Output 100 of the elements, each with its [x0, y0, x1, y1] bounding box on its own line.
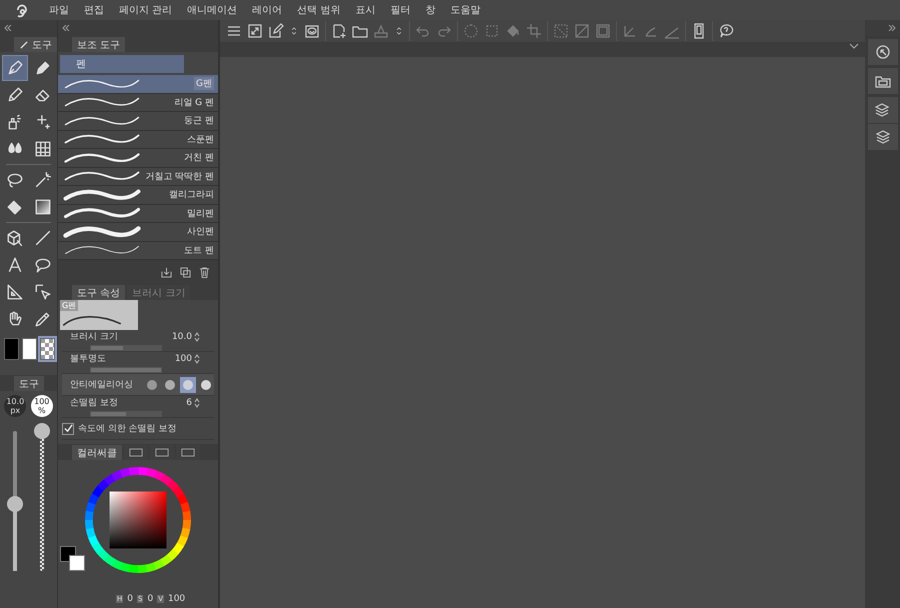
triangle-ruler-icon: [6, 283, 24, 301]
property-label: 안티에일리어싱: [69, 379, 133, 391]
antialias-option[interactable]: [180, 376, 196, 392]
collapse-icon[interactable]: [4, 25, 12, 31]
brush-preview: G펜: [60, 300, 138, 330]
menu-item[interactable]: 선택 범위: [297, 3, 340, 17]
sub-tool-item[interactable]: 리얼 G 펜: [58, 94, 218, 112]
transparent-swatch[interactable]: [40, 338, 55, 360]
panel-tab[interactable]: 도구: [14, 376, 44, 391]
channel-value: 0: [127, 594, 133, 604]
angle-icon: [622, 23, 638, 39]
property-label: 손떨림 보정: [70, 397, 118, 409]
sub-tool-item[interactable]: 둥근 펜: [58, 112, 218, 130]
tray-icon: [373, 23, 389, 39]
brush-stroke-icon: [62, 224, 142, 240]
lasso-icon: [6, 171, 24, 189]
sub-tool-group[interactable]: 펜: [60, 54, 184, 72]
panel-tab[interactable]: 보조 도구: [72, 37, 126, 52]
slider-thumb[interactable]: [7, 496, 24, 512]
stacked-layers-icon: [875, 102, 891, 118]
spiral-icon: [304, 23, 320, 39]
gradient-square-icon: [34, 198, 52, 216]
document-plus-icon: [331, 23, 347, 39]
chevron-down-icon[interactable]: [849, 43, 859, 49]
pencil-icon: [6, 86, 24, 104]
layers-icon: [875, 129, 891, 145]
dotted-square-icon: [484, 23, 500, 39]
material-button[interactable]: [868, 68, 898, 94]
menu-item[interactable]: 레이어: [252, 3, 282, 17]
magnifier-icon: [875, 44, 891, 60]
slider-thumb[interactable]: [34, 423, 50, 439]
tool-button[interactable]: [2, 55, 28, 81]
expand-icon[interactable]: [888, 25, 896, 31]
property-slider[interactable]: [90, 345, 162, 351]
app-logo-icon[interactable]: [14, 2, 30, 18]
menu-item[interactable]: 파일: [49, 3, 69, 17]
toolbar-button[interactable]: [304, 23, 320, 39]
property-value[interactable]: 100: [174, 354, 192, 364]
airbrush-icon: [6, 113, 24, 131]
panel-tab[interactable]: 도구: [14, 37, 57, 52]
menu-item[interactable]: 필터: [390, 3, 410, 17]
menu-item[interactable]: 편집: [84, 3, 104, 17]
layer-button[interactable]: [868, 124, 898, 150]
checkbox[interactable]: [62, 422, 74, 434]
sub-color-swatch[interactable]: [22, 338, 37, 360]
resize-icon: [247, 23, 263, 39]
property-label: 불투명도: [70, 353, 106, 365]
sub-tool-item[interactable]: 거칠고 딱딱한 펜: [58, 168, 218, 186]
menu-item[interactable]: 도움말: [450, 3, 480, 17]
sub-tool-item[interactable]: 스푼펜: [58, 130, 218, 149]
sub-tool-item[interactable]: 도트 펜: [58, 242, 218, 260]
menu-item[interactable]: 애니메이션: [187, 3, 238, 17]
sub-tool-item[interactable]: 밀리펜: [58, 204, 218, 223]
property-slider[interactable]: [90, 411, 162, 417]
menu-item[interactable]: 페이지 관리: [119, 3, 172, 17]
channel-value: 0: [147, 594, 154, 604]
help-icon: [718, 23, 734, 39]
checkmark-icon: [64, 424, 72, 433]
chevron-updown-icon[interactable]: [194, 332, 200, 342]
chevron-updown-icon[interactable]: [194, 398, 200, 408]
copy-icon[interactable]: [180, 266, 191, 278]
magic-wand-icon: [34, 171, 52, 189]
toolbar-button[interactable]: [718, 23, 734, 39]
brush-stroke-icon: [62, 186, 142, 203]
sub-tool-item[interactable]: 캘리그라피: [58, 186, 218, 204]
navigator-button[interactable]: [868, 39, 898, 65]
toolbar-button[interactable]: [268, 23, 284, 39]
menu-item[interactable]: 창: [425, 3, 436, 17]
grid-icon: [34, 140, 52, 158]
download-icon[interactable]: [161, 266, 172, 278]
marker-icon: [34, 59, 52, 77]
paint-bucket-icon: [6, 198, 24, 216]
trash-icon[interactable]: [199, 266, 210, 278]
brush-size-indicator: 10.0 px: [4, 395, 26, 417]
speech-balloon-icon: [34, 256, 52, 274]
checkbox-label: 속도에 의한 손떨림 보정: [78, 423, 177, 435]
color-wheel[interactable]: [84, 466, 192, 574]
property-value[interactable]: 6: [186, 398, 192, 408]
paint-bucket-icon: [505, 23, 521, 39]
panel-tab[interactable]: 도구 속성: [72, 285, 126, 300]
property-label: 브러시 크기: [70, 331, 118, 343]
sub-tool-item[interactable]: 거친 펜: [58, 149, 218, 168]
toolbar-button[interactable]: [331, 23, 347, 39]
main-color-swatch[interactable]: [4, 338, 19, 360]
property-value[interactable]: 10.0: [172, 332, 192, 342]
layer-property-button[interactable]: [868, 97, 898, 123]
channel-value: 100: [168, 594, 186, 604]
eyedropper-icon: [34, 310, 52, 328]
arrow-cursor-icon: [34, 283, 52, 301]
collapse-icon[interactable]: [62, 25, 70, 31]
toolbar-button[interactable]: [247, 23, 263, 39]
opacity-indicator: 100 %: [30, 395, 53, 417]
line-icon: [34, 229, 52, 247]
chevron-updown-icon[interactable]: [194, 354, 200, 364]
cube-icon: [6, 229, 24, 247]
crop-icon: [526, 23, 542, 39]
color-pair-drawing[interactable]: [60, 546, 86, 572]
panel-tab[interactable]: 컬러써클: [72, 445, 122, 460]
menu-item[interactable]: 표시: [355, 3, 376, 17]
sub-tool-item[interactable]: 사인펜: [58, 223, 218, 242]
